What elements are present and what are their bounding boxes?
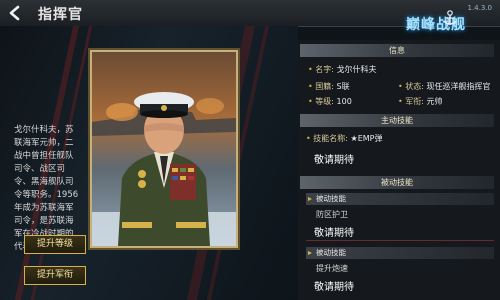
status-label: 状态: — [405, 82, 424, 91]
rank-value: 元帅 — [426, 97, 443, 106]
back-arrow-icon — [9, 5, 20, 21]
commander-portrait — [90, 50, 238, 248]
level-value: 100 — [336, 97, 352, 106]
passive-skill-2-name: 提升炮速 — [316, 264, 348, 273]
info-heading: 信息 — [300, 44, 494, 57]
game-logo: 1.4.3.0 巅峰战舰 — [402, 2, 494, 42]
passive-skill-1-name: 防区护卫 — [316, 210, 348, 219]
nation-value: S联 — [336, 82, 350, 91]
passive-skill-1-header: 被动技能 — [306, 193, 494, 205]
info-panel — [298, 40, 500, 300]
page-title: 指挥官 — [38, 7, 83, 23]
rank-up-button[interactable]: 提升军衔 — [24, 266, 86, 285]
name-label: 名字: — [315, 65, 334, 74]
passive-skill-2-description: 敬请期待 — [314, 282, 354, 293]
passive-skill-2-header: 被动技能 — [306, 247, 494, 259]
level-label: 等级: — [315, 97, 334, 106]
active-skill-description: 敬请期待 — [314, 155, 354, 166]
status-value: 现任巡洋舰指挥官 — [426, 82, 491, 91]
divider — [306, 240, 494, 241]
active-skill-name: ★EMP弹 — [350, 134, 383, 143]
passive-skill-heading: 被动技能 — [300, 176, 494, 189]
commander-name: 戈尔什科夫 — [336, 65, 377, 74]
name-row: • 名字: 戈尔什科夫 — [308, 64, 377, 75]
passive-skill-1-description: 敬请期待 — [314, 228, 354, 239]
back-button[interactable] — [2, 2, 28, 24]
nation-row: • 国籍: S联 — [308, 81, 350, 92]
rank-row: • 军衔: 元帅 — [398, 96, 443, 107]
level-up-button[interactable]: 提升等级 — [24, 235, 86, 254]
version-label: 1.4.3.0 — [467, 4, 493, 12]
active-skill-heading: 主动技能 — [300, 114, 494, 127]
nation-label: 国籍: — [315, 82, 334, 91]
active-skill-name-row: • 技能名称: ★EMP弹 — [306, 133, 382, 144]
portrait-illustration — [92, 52, 236, 246]
level-row: • 等级: 100 — [308, 96, 352, 107]
rank-label: 军衔: — [405, 97, 424, 106]
anchor-emblem-icon — [443, 10, 457, 25]
active-skill-name-label: 技能名称: — [313, 134, 348, 143]
status-row: • 状态: 现任巡洋舰指挥官 — [398, 81, 491, 92]
